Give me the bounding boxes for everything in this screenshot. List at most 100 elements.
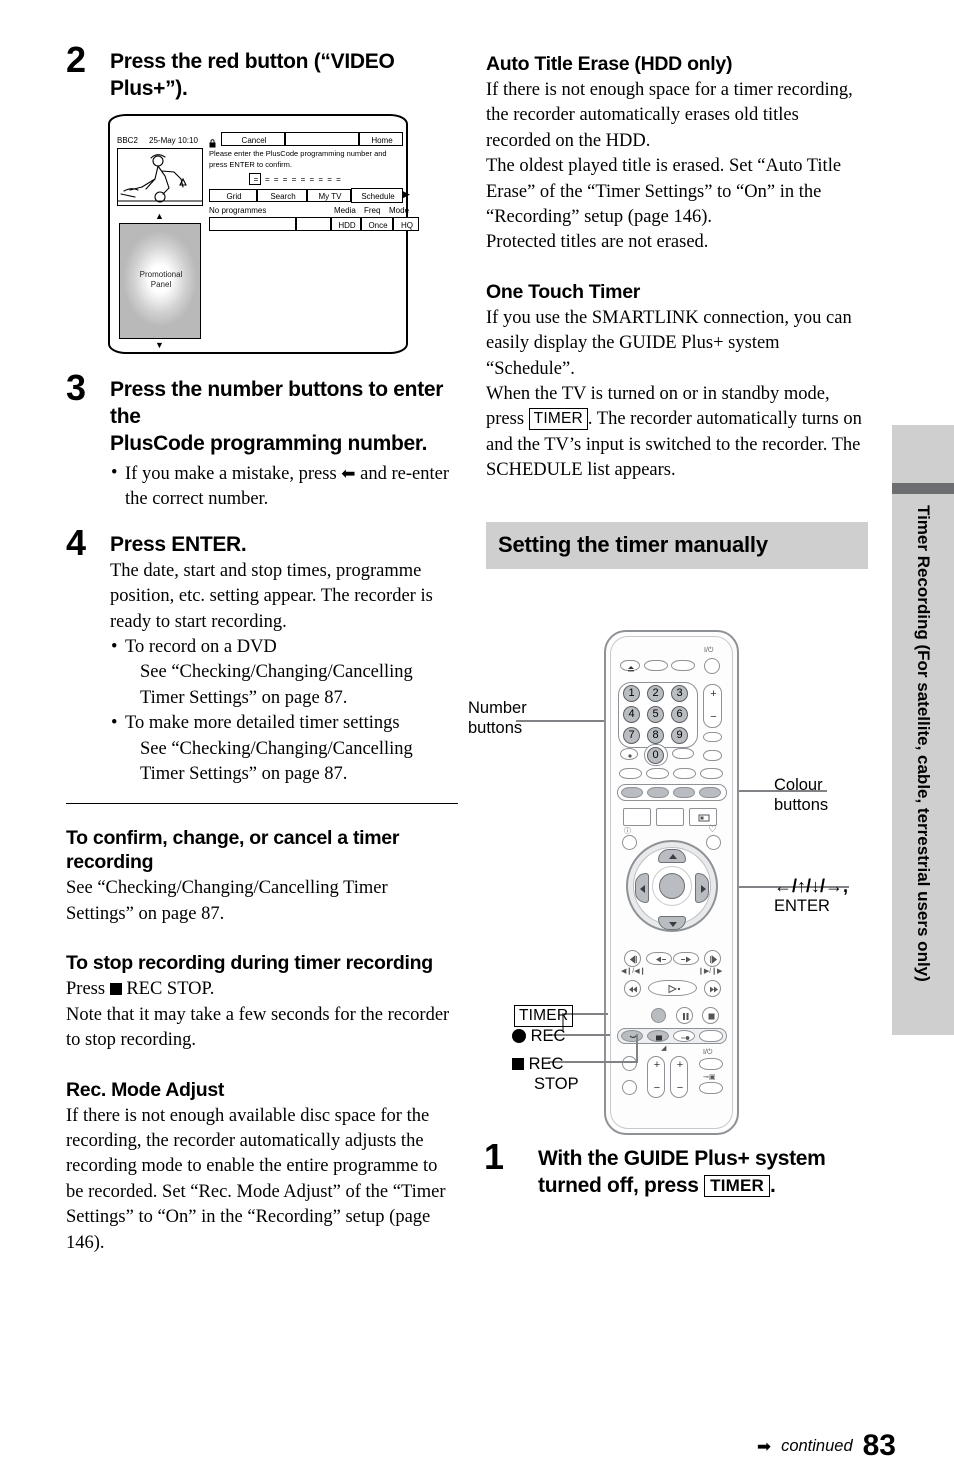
- rec-stop-button[interactable]: [621, 1030, 643, 1042]
- number-button-9[interactable]: 9: [671, 727, 688, 744]
- tv-list-cell-blank[interactable]: [296, 217, 331, 231]
- scan-forward-icon: [710, 986, 718, 993]
- number-button-3[interactable]: 3: [671, 685, 688, 702]
- tv-home-button[interactable]: Home: [359, 132, 403, 146]
- number-button-5[interactable]: 5: [647, 706, 664, 723]
- scan-back-button[interactable]: [624, 980, 641, 997]
- square-button-1[interactable]: [623, 808, 651, 826]
- number-button-2[interactable]: 2: [647, 685, 664, 702]
- dpad-down-button[interactable]: [658, 916, 686, 930]
- colour-button-red[interactable]: [621, 787, 643, 798]
- tv-video-preview: [117, 148, 203, 206]
- remote-dot-button[interactable]: [620, 748, 638, 760]
- number-button-6[interactable]: 6: [671, 706, 688, 723]
- step-3-bullets: If you make a mistake, press ⬅ and re-en…: [110, 461, 458, 513]
- tv-input-button[interactable]: [699, 1082, 723, 1094]
- volume-bar[interactable]: + −: [647, 1056, 665, 1098]
- tv-list-cell-media[interactable]: HDD: [331, 217, 361, 231]
- tv-list-cell-freq[interactable]: Once: [361, 217, 393, 231]
- page-footer: ➡ continued 83: [757, 1431, 896, 1461]
- prev-icon: [629, 955, 637, 964]
- tv-tab-search-label: Search: [270, 192, 296, 201]
- remote-mid-button-1[interactable]: [703, 732, 722, 742]
- pause-button[interactable]: [676, 1007, 693, 1024]
- step-4-number: 4: [66, 521, 87, 563]
- tv-home-label: Home: [371, 136, 393, 145]
- square-button-2[interactable]: [656, 808, 684, 826]
- tv-tab-grid-label: Grid: [226, 192, 242, 201]
- step-1-timer-keycap[interactable]: TIMER: [704, 1175, 771, 1197]
- favourite-button[interactable]: [706, 835, 721, 850]
- number-button-1[interactable]: 1: [623, 685, 640, 702]
- promo-panel[interactable]: Promotional Panel: [119, 223, 201, 339]
- rewind-button[interactable]: [646, 952, 672, 965]
- section-divider: [66, 803, 458, 805]
- function-button-4[interactable]: [700, 768, 723, 779]
- rec-button[interactable]: [651, 1008, 666, 1023]
- tv-tab-search[interactable]: Search: [257, 189, 307, 202]
- timer-keycap[interactable]: TIMER: [528, 408, 588, 431]
- remote-mid-button-2[interactable]: [672, 748, 694, 759]
- tv-cancel-button[interactable]: Cancel: [221, 132, 285, 146]
- tv-no-programmes: No programmes: [209, 206, 267, 215]
- colour-button-blue[interactable]: [699, 787, 721, 798]
- dpad-up-button[interactable]: [658, 849, 686, 863]
- extra-button[interactable]: [699, 1030, 723, 1042]
- tv-list-freq-value: Once: [368, 221, 388, 230]
- channel-updown-bar[interactable]: + −: [703, 684, 722, 728]
- eject-button[interactable]: [620, 660, 640, 672]
- label-colour-buttons-line-2: buttons: [774, 796, 829, 814]
- label-rec-stop-text: REC: [528, 1055, 564, 1073]
- tv-code-mask: = = = = = = = = =: [265, 175, 342, 184]
- number-button-8[interactable]: 8: [647, 727, 664, 744]
- label-rec-text: REC: [530, 1027, 566, 1045]
- channel-bar[interactable]: + −: [670, 1056, 688, 1098]
- step-3-heading-line-1: Press the number buttons to enter the: [110, 378, 444, 428]
- remote-top-button-3[interactable]: [671, 660, 695, 671]
- dpad-up-icon: [669, 854, 677, 859]
- number-button-7[interactable]: 7: [623, 727, 640, 744]
- function-button-1[interactable]: [619, 768, 642, 779]
- step-4-body: The date, start and stop times, programm…: [110, 560, 433, 632]
- forward-button[interactable]: [673, 952, 699, 965]
- tv-tab-schedule[interactable]: Schedule: [351, 188, 403, 203]
- scan-forward-button[interactable]: [704, 980, 721, 997]
- remote-top-button-2[interactable]: [644, 660, 668, 671]
- bottom-round-button-2[interactable]: [622, 1080, 637, 1095]
- tv-list-cell-title[interactable]: [209, 217, 296, 231]
- step-4-bullet-2-detail: See “Checking/Changing/Cancelling Timer …: [140, 738, 413, 785]
- remote-display-button[interactable]: [703, 750, 722, 761]
- function-button-3[interactable]: [673, 768, 696, 779]
- bottom-round-button-1[interactable]: [622, 1056, 637, 1071]
- tv-power-button[interactable]: [699, 1058, 723, 1070]
- step-2-number: 2: [66, 39, 87, 80]
- number-button-4[interactable]: 4: [623, 706, 640, 723]
- stop-icon: [708, 1013, 715, 1020]
- dpad-right-button[interactable]: [695, 873, 709, 903]
- promo-scroll-down-icon[interactable]: ▼: [155, 340, 164, 350]
- colour-button-yellow[interactable]: [673, 787, 695, 798]
- tv-tab-next-arrow-icon[interactable]: ▶: [403, 190, 410, 199]
- number-button-0[interactable]: 0: [647, 747, 664, 764]
- rec-mode-button[interactable]: [673, 1030, 695, 1042]
- play-button[interactable]: [648, 980, 697, 996]
- function-button-2[interactable]: [646, 768, 669, 779]
- next-button[interactable]: [704, 950, 721, 967]
- next-icon: [710, 955, 718, 964]
- timer-button[interactable]: [647, 1030, 669, 1042]
- dpad-left-button[interactable]: [635, 873, 649, 903]
- promo-scroll-up-icon[interactable]: ▲: [155, 211, 164, 221]
- info-button[interactable]: [622, 835, 637, 850]
- colour-button-green[interactable]: [647, 787, 669, 798]
- label-dpad-enter: ←/↑/↓/→, ENTER: [774, 876, 848, 916]
- tv-list-cell-mode[interactable]: HQ: [393, 217, 419, 231]
- rec-stop-icon: [629, 1035, 637, 1039]
- label-rec-stop-line-1: REC: [512, 1054, 579, 1074]
- tv-tab-mytv-label: My TV: [318, 192, 342, 201]
- prev-button[interactable]: [624, 950, 641, 967]
- enter-button[interactable]: [659, 873, 685, 899]
- tv-tab-mytv[interactable]: My TV: [307, 189, 351, 202]
- power-button[interactable]: [704, 658, 720, 674]
- tv-tab-grid[interactable]: Grid: [209, 189, 257, 202]
- stop-button[interactable]: [702, 1007, 719, 1024]
